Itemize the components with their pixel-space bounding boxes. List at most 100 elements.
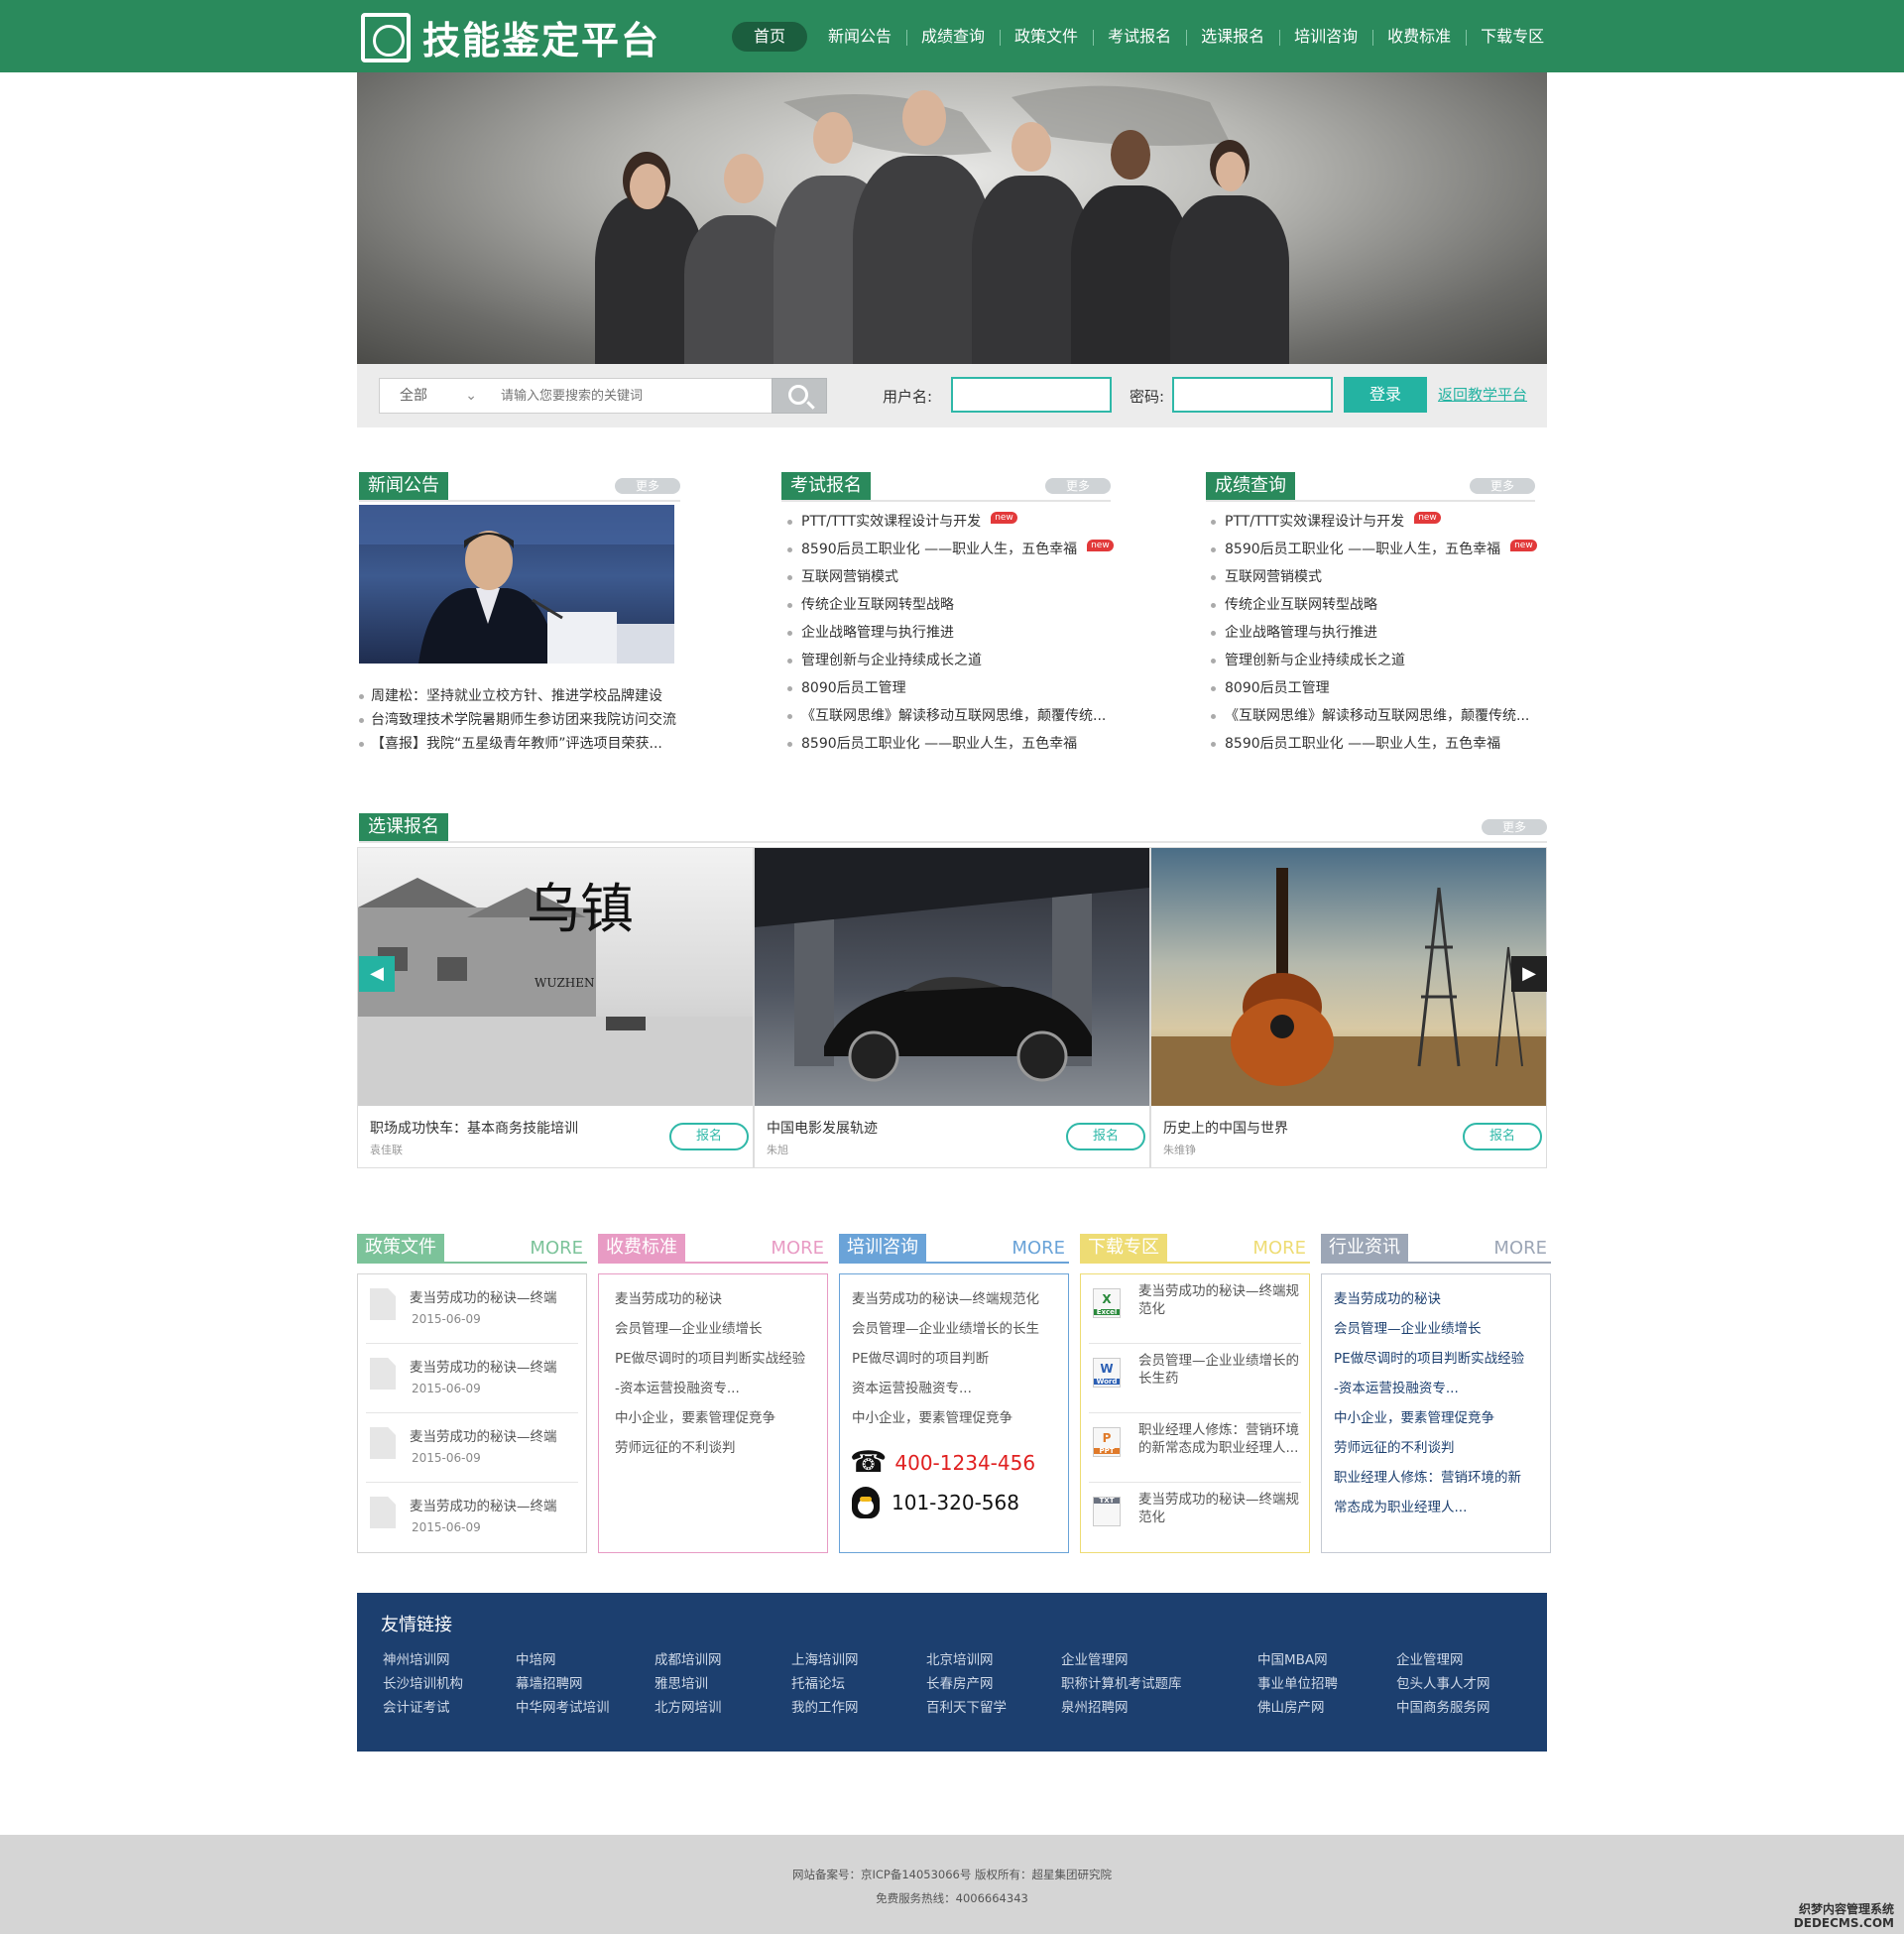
nav-item-scores[interactable]: 成绩查询 [906, 22, 1000, 52]
list-item[interactable]: 职业经理人修炼：营销环境的新 [1334, 1463, 1524, 1493]
list-item[interactable]: 麦当劳成功的秘诀—终端 2015-06-09 [366, 1483, 578, 1552]
list-item[interactable]: P PPT 职业经理人修炼：营销环境的新常态成为职业经理人... [1089, 1413, 1301, 1483]
friend-link[interactable]: 神州培训网 [383, 1648, 463, 1672]
list-item[interactable]: 中小企业，要素管理促竞争 [852, 1403, 1039, 1433]
list-item[interactable]: 资本运营投融资专... [852, 1374, 1039, 1403]
courses-more-button[interactable]: 更多 [1482, 819, 1547, 835]
list-item[interactable]: 传统企业互联网转型战略 [1209, 591, 1537, 619]
news-more-button[interactable]: 更多 [615, 478, 680, 494]
industry-more-link[interactable]: MORE [1493, 1238, 1547, 1259]
friend-link[interactable]: 中国MBA网 [1257, 1648, 1338, 1672]
list-item[interactable]: 劳师远征的不利谈判 [615, 1433, 805, 1463]
username-input[interactable] [951, 377, 1112, 413]
friend-link[interactable]: 包头人事人才网 [1396, 1672, 1490, 1696]
list-item[interactable]: 麦当劳成功的秘诀—终端 2015-06-09 [366, 1413, 578, 1483]
list-item[interactable]: W Word 会员管理—企业业绩增长的长生药 [1089, 1344, 1301, 1413]
download-more-link[interactable]: MORE [1252, 1238, 1306, 1259]
nav-item-home[interactable]: 首页 [732, 22, 808, 52]
friend-link[interactable]: 成都培训网 [654, 1648, 722, 1672]
friend-link[interactable]: 中华网考试培训 [516, 1696, 610, 1720]
list-item[interactable]: PE做尽调时的项目判断 [852, 1344, 1039, 1374]
friend-link[interactable]: 职称计算机考试题库 [1061, 1672, 1182, 1696]
list-item[interactable]: 麦当劳成功的秘诀—终端 2015-06-09 [366, 1274, 578, 1344]
list-item[interactable]: PE做尽调时的项目判断实战经验 [615, 1344, 805, 1374]
list-item[interactable]: 麦当劳成功的秘诀 [615, 1284, 805, 1314]
nav-item-download[interactable]: 下载专区 [1466, 22, 1559, 52]
friend-link[interactable]: 中培网 [516, 1648, 610, 1672]
login-button[interactable]: 登录 [1344, 377, 1427, 413]
friend-link[interactable]: 托福论坛 [791, 1672, 859, 1696]
friend-link[interactable]: 长沙培训机构 [383, 1672, 463, 1696]
list-item[interactable]: 中小企业，要素管理促竞争 [1334, 1403, 1524, 1433]
friend-link[interactable]: 企业管理网 [1061, 1648, 1182, 1672]
nav-item-courses[interactable]: 选课报名 [1186, 22, 1279, 52]
nav-item-policy[interactable]: 政策文件 [1000, 22, 1093, 52]
friend-link[interactable]: 企业管理网 [1396, 1648, 1490, 1672]
list-item[interactable]: 《互联网思维》解读移动互联网思维，颠覆传统... [1209, 702, 1537, 730]
list-item[interactable]: 8090后员工管理 [1209, 674, 1537, 702]
list-item[interactable]: 麦当劳成功的秘诀—终端 2015-06-09 [366, 1344, 578, 1413]
course-card[interactable]: 历史上的中国与世界 朱维铮 报名 [1150, 847, 1547, 1168]
consult-more-link[interactable]: MORE [1012, 1238, 1065, 1259]
friend-link[interactable]: 泉州招聘网 [1061, 1696, 1182, 1720]
search-scope-select[interactable]: 全部 ⌄ [379, 378, 488, 414]
friend-link[interactable]: 长春房产网 [926, 1672, 1007, 1696]
list-item[interactable]: 【喜报】我院“五星级青年教师”评选项目荣获... [357, 732, 676, 756]
list-item[interactable]: PE做尽调时的项目判断实战经验 [1334, 1344, 1524, 1374]
list-item[interactable]: PTT/TTT实效课程设计与开发 new [1209, 508, 1537, 536]
phone-number[interactable]: 400-1234-456 [894, 1451, 1035, 1475]
exam-more-button[interactable]: 更多 [1045, 478, 1111, 494]
search-button[interactable] [772, 378, 827, 414]
friend-link[interactable]: 佛山房产网 [1257, 1696, 1338, 1720]
nav-item-fees[interactable]: 收费标准 [1372, 22, 1466, 52]
list-item[interactable]: 8090后员工管理 [785, 674, 1114, 702]
nav-item-exam[interactable]: 考试报名 [1093, 22, 1186, 52]
fees-more-link[interactable]: MORE [771, 1238, 824, 1259]
list-item[interactable]: 会员管理—企业业绩增长 [615, 1314, 805, 1344]
course-register-button[interactable]: 报名 [1066, 1123, 1145, 1150]
nav-item-news[interactable]: 新闻公告 [813, 22, 906, 52]
friend-link[interactable]: 中国商务服务网 [1396, 1696, 1490, 1720]
password-input[interactable] [1172, 377, 1333, 413]
list-item[interactable]: 麦当劳成功的秘诀 [1334, 1284, 1524, 1314]
friend-link[interactable]: 会计证考试 [383, 1696, 463, 1720]
friend-link[interactable]: 幕墙招聘网 [516, 1672, 610, 1696]
friend-link[interactable]: 百利天下留学 [926, 1696, 1007, 1720]
search-input[interactable] [487, 378, 773, 414]
carousel-next-button[interactable]: ▶ [1511, 956, 1547, 992]
friend-link[interactable]: 我的工作网 [791, 1696, 859, 1720]
list-item[interactable]: 《互联网思维》解读移动互联网思维，颠覆传统... [785, 702, 1114, 730]
list-item[interactable]: 中小企业，要素管理促竞争 [615, 1403, 805, 1433]
course-card[interactable]: 中国电影发展轨迹 朱旭 报名 [754, 847, 1150, 1168]
carousel-prev-button[interactable]: ◀ [359, 956, 395, 992]
list-item[interactable]: 周建松：坚持就业立校方针、推进学校品牌建设 [357, 684, 676, 708]
friend-link[interactable]: 上海培训网 [791, 1648, 859, 1672]
list-item[interactable]: 会员管理—企业业绩增长的长生 [852, 1314, 1039, 1344]
list-item[interactable]: X Excel 麦当劳成功的秘诀—终端规范化 [1089, 1274, 1301, 1344]
list-item[interactable]: 8590后员工职业化 ——职业人生，五色幸福 new [785, 536, 1114, 563]
friend-link[interactable]: 北方网培训 [654, 1696, 722, 1720]
list-item[interactable]: 劳师远征的不利谈判 [1334, 1433, 1524, 1463]
list-item[interactable]: 管理创新与企业持续成长之道 [785, 647, 1114, 674]
list-item[interactable]: 8590后员工职业化 ——职业人生，五色幸福 [785, 730, 1114, 758]
site-logo[interactable]: 技能鉴定平台 [361, 10, 660, 64]
list-item[interactable]: 企业战略管理与执行推进 [1209, 619, 1537, 647]
list-item[interactable]: 8590后员工职业化 ——职业人生，五色幸福 [1209, 730, 1537, 758]
list-item[interactable]: -资本运营投融资专... [615, 1374, 805, 1403]
news-feature-image[interactable] [359, 505, 674, 664]
list-item[interactable]: 互联网营销模式 [785, 563, 1114, 591]
list-item[interactable]: 麦当劳成功的秘诀—终端规范化 [852, 1284, 1039, 1314]
list-item[interactable]: 传统企业互联网转型战略 [785, 591, 1114, 619]
friend-link[interactable]: 事业单位招聘 [1257, 1672, 1338, 1696]
list-item[interactable]: 会员管理—企业业绩增长 [1334, 1314, 1524, 1344]
list-item[interactable]: 台湾致理技术学院暑期师生参访团来我院访问交流 [357, 708, 676, 732]
friend-link[interactable]: 雅思培训 [654, 1672, 722, 1696]
nav-item-consult[interactable]: 培训咨询 [1279, 22, 1372, 52]
course-card[interactable]: 乌镇 WUZHEN 职场成功快车：基本商务技能培训 袁佳联 报名 [357, 847, 754, 1168]
course-register-button[interactable]: 报名 [669, 1123, 749, 1150]
list-item[interactable]: 管理创新与企业持续成长之道 [1209, 647, 1537, 674]
friend-link[interactable]: 北京培训网 [926, 1648, 1007, 1672]
course-register-button[interactable]: 报名 [1463, 1123, 1542, 1150]
list-item[interactable]: 互联网营销模式 [1209, 563, 1537, 591]
score-more-button[interactable]: 更多 [1470, 478, 1535, 494]
